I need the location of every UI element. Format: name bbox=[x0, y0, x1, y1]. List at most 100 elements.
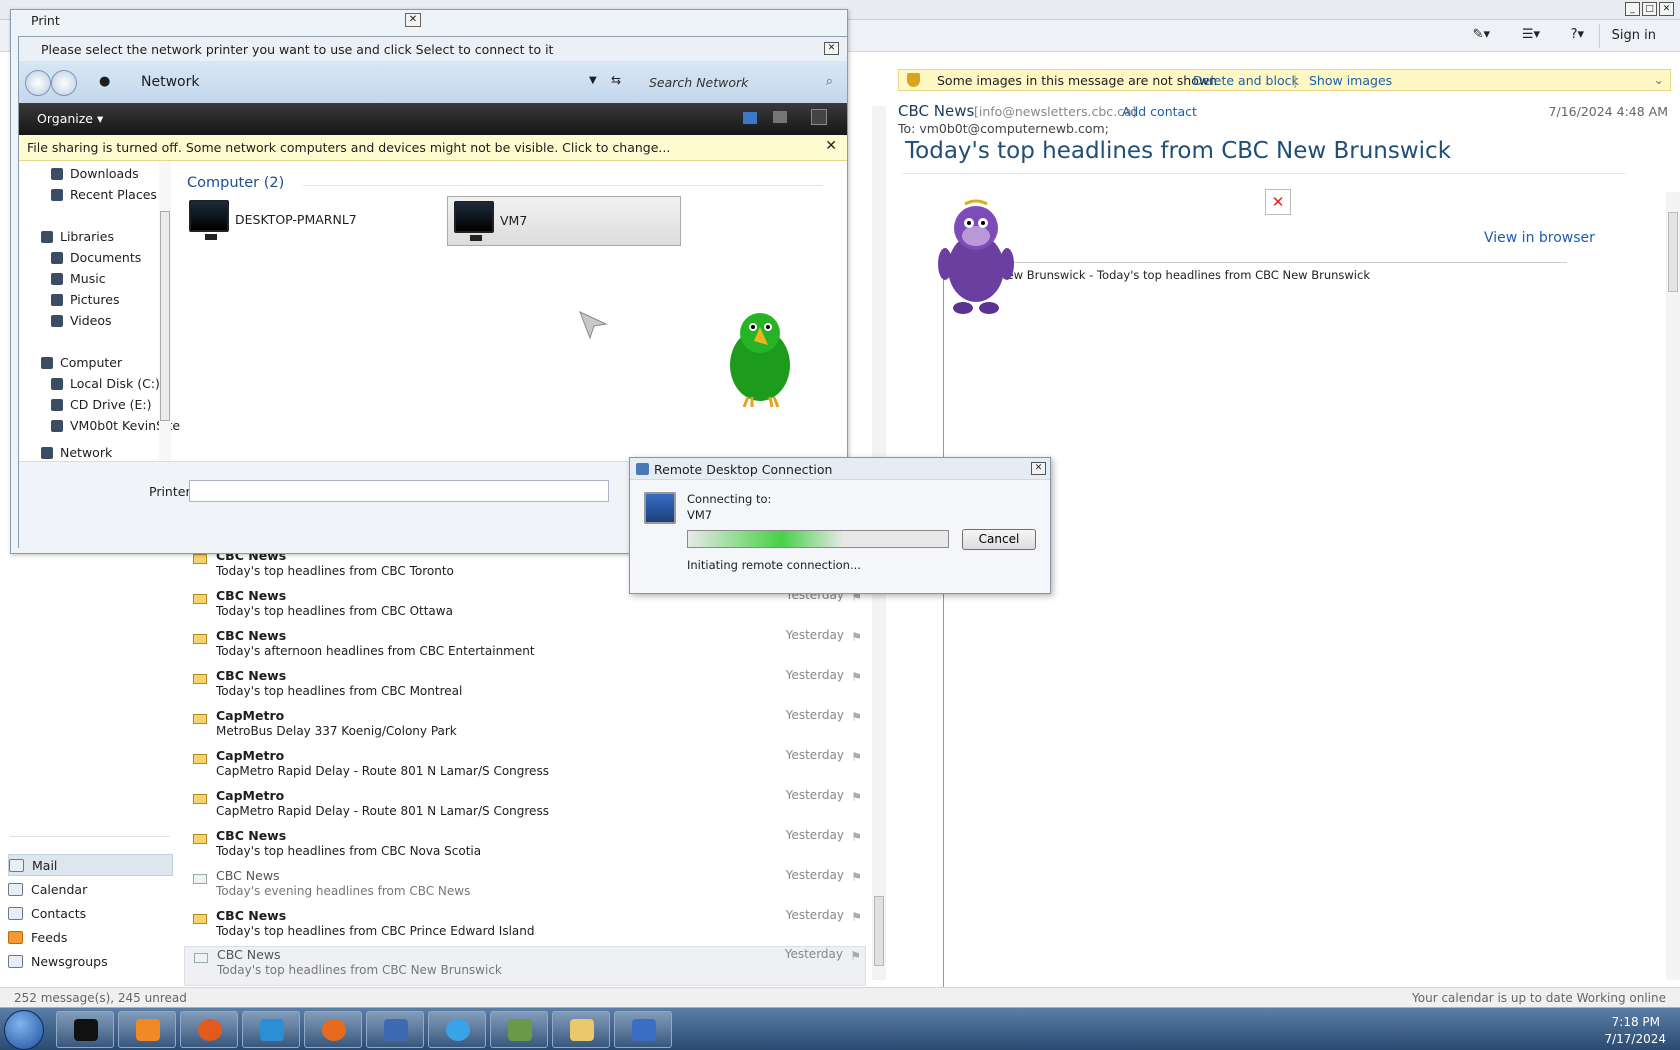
bonzi-sprite bbox=[938, 199, 1014, 314]
clock-date[interactable]: 7/17/2024 bbox=[1604, 1032, 1666, 1046]
print-close-button[interactable]: ✕ bbox=[405, 13, 421, 27]
cancel-button[interactable]: Cancel bbox=[962, 529, 1036, 550]
close-button[interactable]: ✕ bbox=[824, 42, 839, 55]
tree-item-documents[interactable]: Documents bbox=[51, 250, 141, 265]
paint-icon bbox=[508, 1019, 532, 1041]
taskbar-app-live[interactable] bbox=[242, 1011, 300, 1048]
printer-input[interactable] bbox=[189, 480, 609, 502]
computer-item[interactable]: VM7 bbox=[447, 196, 681, 246]
reading-pane-scrollbar[interactable] bbox=[1666, 192, 1680, 980]
taskbar-app-media[interactable] bbox=[118, 1011, 176, 1048]
minimize-button[interactable]: _ bbox=[1625, 2, 1640, 16]
delete-and-block-link[interactable]: Delete and block bbox=[1193, 73, 1299, 88]
forward-button[interactable] bbox=[51, 70, 77, 96]
tree-item-music[interactable]: Music bbox=[51, 271, 106, 286]
tree-item-pictures[interactable]: Pictures bbox=[51, 292, 120, 307]
chevron-down-icon[interactable]: ⌄ bbox=[1654, 72, 1664, 87]
list-item[interactable]: CBC News Today's evening headlines from … bbox=[184, 868, 866, 908]
list-item[interactable]: CBC News Today's top headlines from CBC … bbox=[184, 908, 866, 948]
message-date: Yesterday bbox=[785, 708, 844, 722]
close-icon[interactable]: ✕ bbox=[825, 138, 837, 154]
flag-icon[interactable]: ⚑ bbox=[851, 910, 862, 924]
group-divider bbox=[303, 185, 823, 186]
flag-icon[interactable]: ⚑ bbox=[850, 949, 861, 963]
taskbar-app-rdp[interactable] bbox=[614, 1011, 672, 1048]
address-network[interactable]: Network bbox=[141, 74, 199, 90]
taskbar-app-paint[interactable] bbox=[490, 1011, 548, 1048]
list-item[interactable]: CapMetro CapMetro Rapid Delay - Route 80… bbox=[184, 748, 866, 788]
message-date: Yesterday bbox=[785, 668, 844, 682]
network-icon bbox=[41, 446, 53, 459]
search-icon[interactable]: ⌕ bbox=[826, 74, 833, 89]
tree-label: Local Disk (C:) bbox=[70, 376, 160, 391]
help-icon[interactable] bbox=[811, 109, 827, 125]
clock-time[interactable]: 7:18 PM bbox=[1612, 1015, 1660, 1029]
taskbar-app-ie[interactable] bbox=[428, 1011, 486, 1048]
nav-newsgroups[interactable]: Newsgroups bbox=[8, 950, 173, 972]
nav-feeds[interactable]: Feeds bbox=[8, 926, 173, 948]
file-sharing-bar[interactable]: File sharing is turned off. Some network… bbox=[19, 135, 847, 161]
flag-icon[interactable]: ⚑ bbox=[851, 790, 862, 804]
close-button[interactable]: ✕ bbox=[1031, 462, 1046, 475]
file-sharing-text: File sharing is turned off. Some network… bbox=[27, 140, 671, 155]
preview-pane-icon[interactable] bbox=[773, 111, 787, 123]
menu-icon[interactable]: ☰▾ bbox=[1522, 27, 1540, 42]
pen-icon[interactable]: ✎▾ bbox=[1473, 27, 1490, 42]
organize-button[interactable]: Organize ▾ bbox=[37, 111, 103, 126]
flag-icon[interactable]: ⚑ bbox=[851, 750, 862, 764]
taskbar-app-cmd[interactable] bbox=[56, 1011, 114, 1048]
envelope-icon bbox=[193, 674, 207, 684]
tree-item-libraries[interactable]: Libraries bbox=[41, 229, 114, 244]
list-item[interactable]: CapMetro MetroBus Delay 337 Koenig/Colon… bbox=[184, 708, 866, 748]
tree-item-recent-places[interactable]: Recent Places bbox=[51, 187, 157, 202]
start-button[interactable] bbox=[4, 1010, 44, 1050]
taskbar-app-firefox-2[interactable] bbox=[304, 1011, 362, 1048]
taskbar-app-virtualbox[interactable] bbox=[366, 1011, 424, 1048]
add-contact-link[interactable]: Add contact bbox=[1122, 104, 1197, 119]
view-in-browser-link[interactable]: View in browser bbox=[1484, 230, 1595, 246]
computer-item[interactable]: DESKTOP-PMARNL7 bbox=[183, 196, 417, 246]
sign-in-link[interactable]: Sign in bbox=[1612, 28, 1656, 43]
message-body-text: New Brunswick - Today's top headlines fr… bbox=[998, 268, 1370, 282]
flag-icon[interactable]: ⚑ bbox=[851, 870, 862, 884]
list-item[interactable]: CBC News Today's top headlines from CBC … bbox=[184, 588, 866, 628]
help-icon[interactable]: ?▾ bbox=[1571, 27, 1584, 42]
flag-icon[interactable]: ⚑ bbox=[851, 710, 862, 724]
nav-mail[interactable]: Mail bbox=[8, 854, 173, 876]
list-item[interactable]: CBC News Today's afternoon headlines fro… bbox=[184, 628, 866, 668]
tree-scrollbar[interactable] bbox=[159, 161, 171, 461]
search-input[interactable]: Search Network bbox=[643, 71, 845, 95]
tree-item-videos[interactable]: Videos bbox=[51, 313, 112, 328]
tree-item-computer[interactable]: Computer bbox=[41, 355, 122, 370]
close-button[interactable]: ✕ bbox=[1659, 2, 1674, 16]
flag-icon[interactable]: ⚑ bbox=[851, 670, 862, 684]
flag-icon[interactable]: ⚑ bbox=[851, 830, 862, 844]
scroll-thumb[interactable] bbox=[160, 211, 170, 421]
flag-icon[interactable]: ⚑ bbox=[851, 630, 862, 644]
nav-divider bbox=[10, 836, 170, 837]
message-date: 7/16/2024 4:48 AM bbox=[1548, 104, 1668, 119]
group-header[interactable]: Computer (2) bbox=[187, 175, 284, 191]
blocked-images-bar: Some images in this message are not show… bbox=[898, 69, 1671, 91]
taskbar-app-firefox-1[interactable] bbox=[180, 1011, 238, 1048]
list-item[interactable]: CBC News Today's top headlines from CBC … bbox=[184, 946, 866, 986]
view-icon[interactable] bbox=[743, 112, 757, 124]
nav-contacts[interactable]: Contacts bbox=[8, 902, 173, 924]
maximize-button[interactable]: □ bbox=[1642, 2, 1657, 16]
list-item[interactable]: CBC News Today's top headlines from CBC … bbox=[184, 828, 866, 868]
tree-item-network[interactable]: Network bbox=[41, 445, 112, 460]
chevron-down-icon[interactable]: ▼ bbox=[589, 75, 597, 86]
show-images-link[interactable]: Show images bbox=[1309, 73, 1392, 88]
list-item[interactable]: CBC News Today's top headlines from CBC … bbox=[184, 668, 866, 708]
back-button[interactable] bbox=[25, 70, 51, 96]
nav-label: Feeds bbox=[31, 929, 68, 945]
scroll-thumb[interactable] bbox=[1668, 212, 1678, 292]
taskbar-app-explorer[interactable] bbox=[552, 1011, 610, 1048]
tree-item-downloads[interactable]: Downloads bbox=[51, 166, 139, 181]
nav-calendar[interactable]: Calendar bbox=[8, 878, 173, 900]
scroll-thumb[interactable] bbox=[874, 896, 884, 966]
tree-item-local-disk[interactable]: Local Disk (C:) bbox=[51, 376, 160, 391]
list-item[interactable]: CapMetro CapMetro Rapid Delay - Route 80… bbox=[184, 788, 866, 828]
refresh-icon[interactable]: ⇆ bbox=[611, 73, 621, 87]
tree-item-cd-drive[interactable]: CD Drive (E:) bbox=[51, 397, 152, 412]
